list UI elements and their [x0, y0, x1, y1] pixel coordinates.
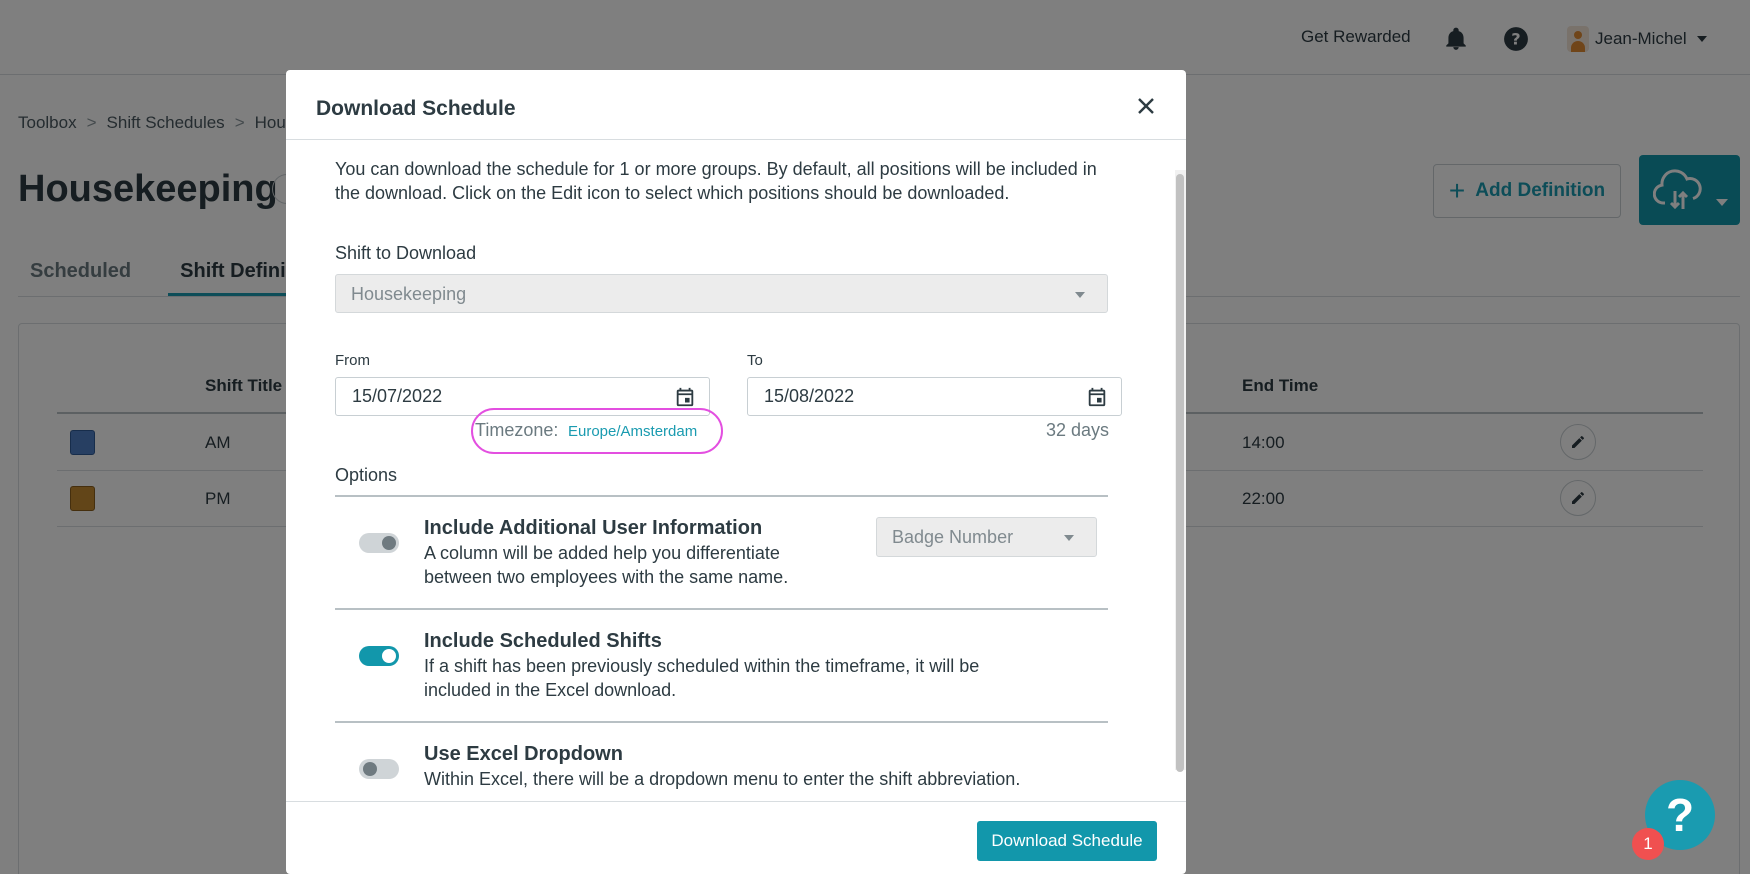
scrollbar-thumb[interactable]: [1176, 174, 1184, 772]
scheduled-shifts-toggle[interactable]: [359, 646, 399, 666]
calendar-icon[interactable]: [674, 385, 696, 409]
days-count: 32 days: [1045, 420, 1109, 440]
toggle-knob: [382, 536, 396, 550]
shift-to-download-label: Shift to Download: [335, 243, 477, 263]
to-date-input[interactable]: 15/08/2022: [747, 377, 1122, 416]
download-schedule-modal: Download Schedule You can download the s…: [286, 70, 1186, 874]
divider: [286, 801, 1186, 802]
option-description: Within Excel, there will be a dropdown m…: [424, 769, 1021, 789]
close-icon[interactable]: [1134, 94, 1158, 118]
modal-title: Download Schedule: [316, 97, 516, 120]
timezone-label: Timezone:: [475, 420, 559, 440]
badge-select-value: Badge Number: [892, 527, 1014, 547]
option-title: Use Excel Dropdown: [424, 743, 623, 765]
option-title: Include Additional User Information: [424, 517, 763, 539]
shift-select-value: Housekeeping: [351, 284, 467, 304]
calendar-icon[interactable]: [1086, 385, 1108, 409]
option-title: Include Scheduled Shifts: [424, 630, 662, 652]
from-date-value: 15/07/2022: [352, 386, 443, 406]
timezone-link[interactable]: Europe/Amsterdam: [568, 423, 697, 440]
chevron-down-icon: [1064, 535, 1074, 541]
notification-badge: 1: [1632, 828, 1664, 860]
additional-user-info-toggle[interactable]: [359, 533, 399, 553]
options-label: Options: [335, 465, 398, 485]
modal-header: Download Schedule: [286, 70, 1186, 140]
to-label: To: [747, 352, 763, 369]
toggle-knob: [363, 762, 377, 776]
question-icon: ?: [1665, 789, 1695, 841]
chevron-down-icon: [1075, 292, 1085, 298]
to-date-value: 15/08/2022: [764, 386, 855, 406]
divider: [335, 495, 1108, 497]
from-label: From: [335, 352, 370, 369]
badge-number-select: Badge Number: [876, 517, 1097, 557]
shift-to-download-select: Housekeeping: [335, 274, 1108, 313]
excel-dropdown-toggle[interactable]: [359, 759, 399, 779]
toggle-knob: [382, 649, 396, 663]
intro-text: You can download the schedule for 1 or m…: [335, 159, 1097, 203]
divider: [335, 608, 1108, 610]
download-schedule-button[interactable]: Download Schedule: [977, 821, 1157, 861]
option-description: A column will be added help you differen…: [424, 543, 789, 587]
option-description: If a shift has been previously scheduled…: [424, 656, 980, 700]
divider: [335, 721, 1108, 723]
